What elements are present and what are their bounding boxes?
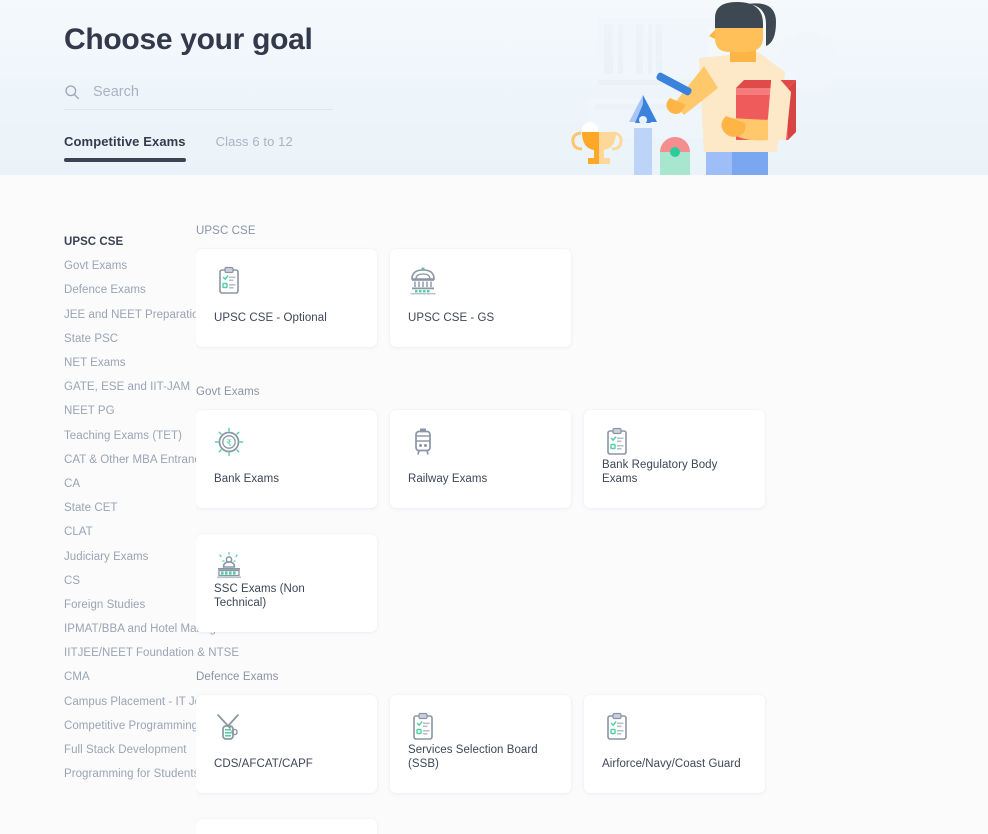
goal-card-label: UPSC CSE - GS	[408, 312, 495, 325]
goal-group: Defence Exams CDS/AFCAT/CAPF Services Sele…	[196, 671, 928, 834]
sidebar-item-programming-for-students[interactable]: Programming for Students	[64, 762, 199, 786]
goal-card[interactable]: Airforce/Navy/Coast Guard	[584, 695, 765, 793]
sidebar-item-clat[interactable]: CLAT	[64, 520, 196, 544]
sidebar-item-iitjee-neet-foundation-ntse[interactable]: IITJEE/NEET Foundation & NTSE	[64, 641, 239, 665]
clipboard-icon	[408, 712, 438, 742]
goal-card[interactable]: Bank Exams	[196, 410, 377, 508]
government-building-icon	[408, 266, 438, 296]
goal-card-label: Railway Exams	[408, 473, 488, 486]
card-row: CDS/AFCAT/CAPF Services Selection Board (…	[196, 695, 928, 834]
goal-card[interactable]: SSC Exams (Non Technical)	[196, 534, 377, 632]
tab-label: Competitive Exams	[64, 134, 186, 149]
tab-class-6-to-12[interactable]: Class 6 to 12	[216, 134, 293, 166]
sidebar-item-foreign-studies[interactable]: Foreign Studies	[64, 593, 196, 617]
clipboard-icon	[214, 266, 244, 296]
train-icon	[408, 427, 438, 457]
dog-tag-icon	[214, 712, 244, 742]
podium-icon	[214, 551, 244, 581]
sidebar-item-govt-exams[interactable]: Govt Exams	[64, 254, 196, 278]
goal-card-label: UPSC CSE - Optional	[214, 312, 327, 325]
goal-card[interactable]: UPSC CSE - Optional	[196, 249, 377, 347]
tab-label: Class 6 to 12	[215, 134, 293, 149]
page-title: Choose your goal	[64, 23, 313, 56]
card-row: Bank Exams Railway Exams Bank Regulatory B…	[196, 410, 928, 645]
sidebar-item-cs[interactable]: CS	[64, 569, 196, 593]
goal-card[interactable]: NDA	[196, 819, 377, 834]
sidebar-item-upsc-cse[interactable]: UPSC CSE	[64, 230, 196, 254]
goal-group: Govt Exams Bank Exams Railway Exams Bank Re…	[196, 386, 928, 645]
sidebar-item-campus-placement-it-jobs[interactable]: Campus Placement - IT Jobs	[64, 690, 213, 714]
search-box[interactable]	[64, 84, 333, 110]
goal-card-label: CDS/AFCAT/CAPF	[214, 758, 313, 771]
goal-card[interactable]: Railway Exams	[390, 410, 571, 508]
goal-card-label: SSC Exams (Non Technical)	[214, 583, 305, 610]
student-with-books-illustration	[571, 2, 838, 175]
sidebar-item-jee-and-neet-preparation[interactable]: JEE and NEET Preparation	[64, 303, 205, 327]
sidebar-item-state-psc[interactable]: State PSC	[64, 327, 196, 351]
sidebar-item-competitive-programming[interactable]: Competitive Programming	[64, 714, 198, 738]
sidebar-item-ipmat-bba-and-hotel-management[interactable]: IPMAT/BBA and Hotel Management	[64, 617, 248, 641]
search-icon	[65, 85, 80, 100]
goal-card[interactable]: Services Selection Board (SSB)	[390, 695, 571, 793]
group-title: Defence Exams	[196, 671, 279, 683]
goal-card[interactable]: Bank Regulatory Body Exams	[584, 410, 765, 508]
clipboard-icon	[602, 712, 632, 742]
goal-card-label: Airforce/Navy/Coast Guard	[602, 758, 741, 771]
search-input[interactable]	[93, 84, 313, 100]
sidebar-item-cat-other-mba-entrance-tests[interactable]: CAT & Other MBA Entrance Tests	[64, 448, 237, 472]
goal-card-label: Services Selection Board (SSB)	[408, 744, 538, 771]
ball-object-icon	[660, 137, 690, 175]
category-sidebar: UPSC CSE Govt Exams Defence Exams JEE and N…	[0, 175, 248, 834]
goal-card[interactable]: UPSC CSE - GS	[390, 249, 571, 347]
sidebar-item-teaching-exams-tet[interactable]: Teaching Exams (TET)	[64, 424, 196, 448]
sidebar-item-full-stack-development[interactable]: Full Stack Development	[64, 738, 196, 762]
sidebar-item-defence-exams[interactable]: Defence Exams	[64, 278, 196, 302]
clipboard-icon	[602, 427, 632, 457]
group-title: UPSC CSE	[196, 225, 256, 237]
goal-card[interactable]: CDS/AFCAT/CAPF	[196, 695, 377, 793]
body-area: UPSC CSE Govt Exams Defence Exams JEE and N…	[0, 175, 988, 834]
sidebar-item-ca[interactable]: CA	[64, 472, 196, 496]
goal-groups: UPSC CSE UPSC CSE - Optional UPSC CSE - GS…	[196, 175, 988, 834]
sidebar-item-judiciary-exams[interactable]: Judiciary Exams	[64, 544, 196, 568]
sidebar-item-cma[interactable]: CMA	[64, 665, 196, 689]
goal-group: UPSC CSE UPSC CSE - Optional UPSC CSE - GS	[196, 225, 928, 360]
sidebar-item-net-exams[interactable]: NET Exams	[64, 351, 196, 375]
page-header: Choose your goal Competitive Exams Class…	[0, 0, 988, 175]
group-title: Govt Exams	[196, 386, 260, 398]
goal-card-label: Bank Regulatory Body Exams	[602, 459, 718, 486]
card-row: UPSC CSE - Optional UPSC CSE - GS	[196, 249, 928, 360]
goal-card-label: Bank Exams	[214, 473, 280, 486]
rupee-coin-icon	[214, 427, 244, 457]
goal-tabs: Competitive Exams Class 6 to 12	[64, 134, 560, 166]
sidebar-item-neet-pg[interactable]: NEET PG	[64, 399, 196, 423]
tab-competitive-exams[interactable]: Competitive Exams	[64, 134, 186, 166]
sidebar-item-gate-ese-and-iit-jam[interactable]: GATE, ESE and IIT-JAM	[64, 375, 196, 399]
sidebar-item-state-cet[interactable]: State CET	[64, 496, 196, 520]
